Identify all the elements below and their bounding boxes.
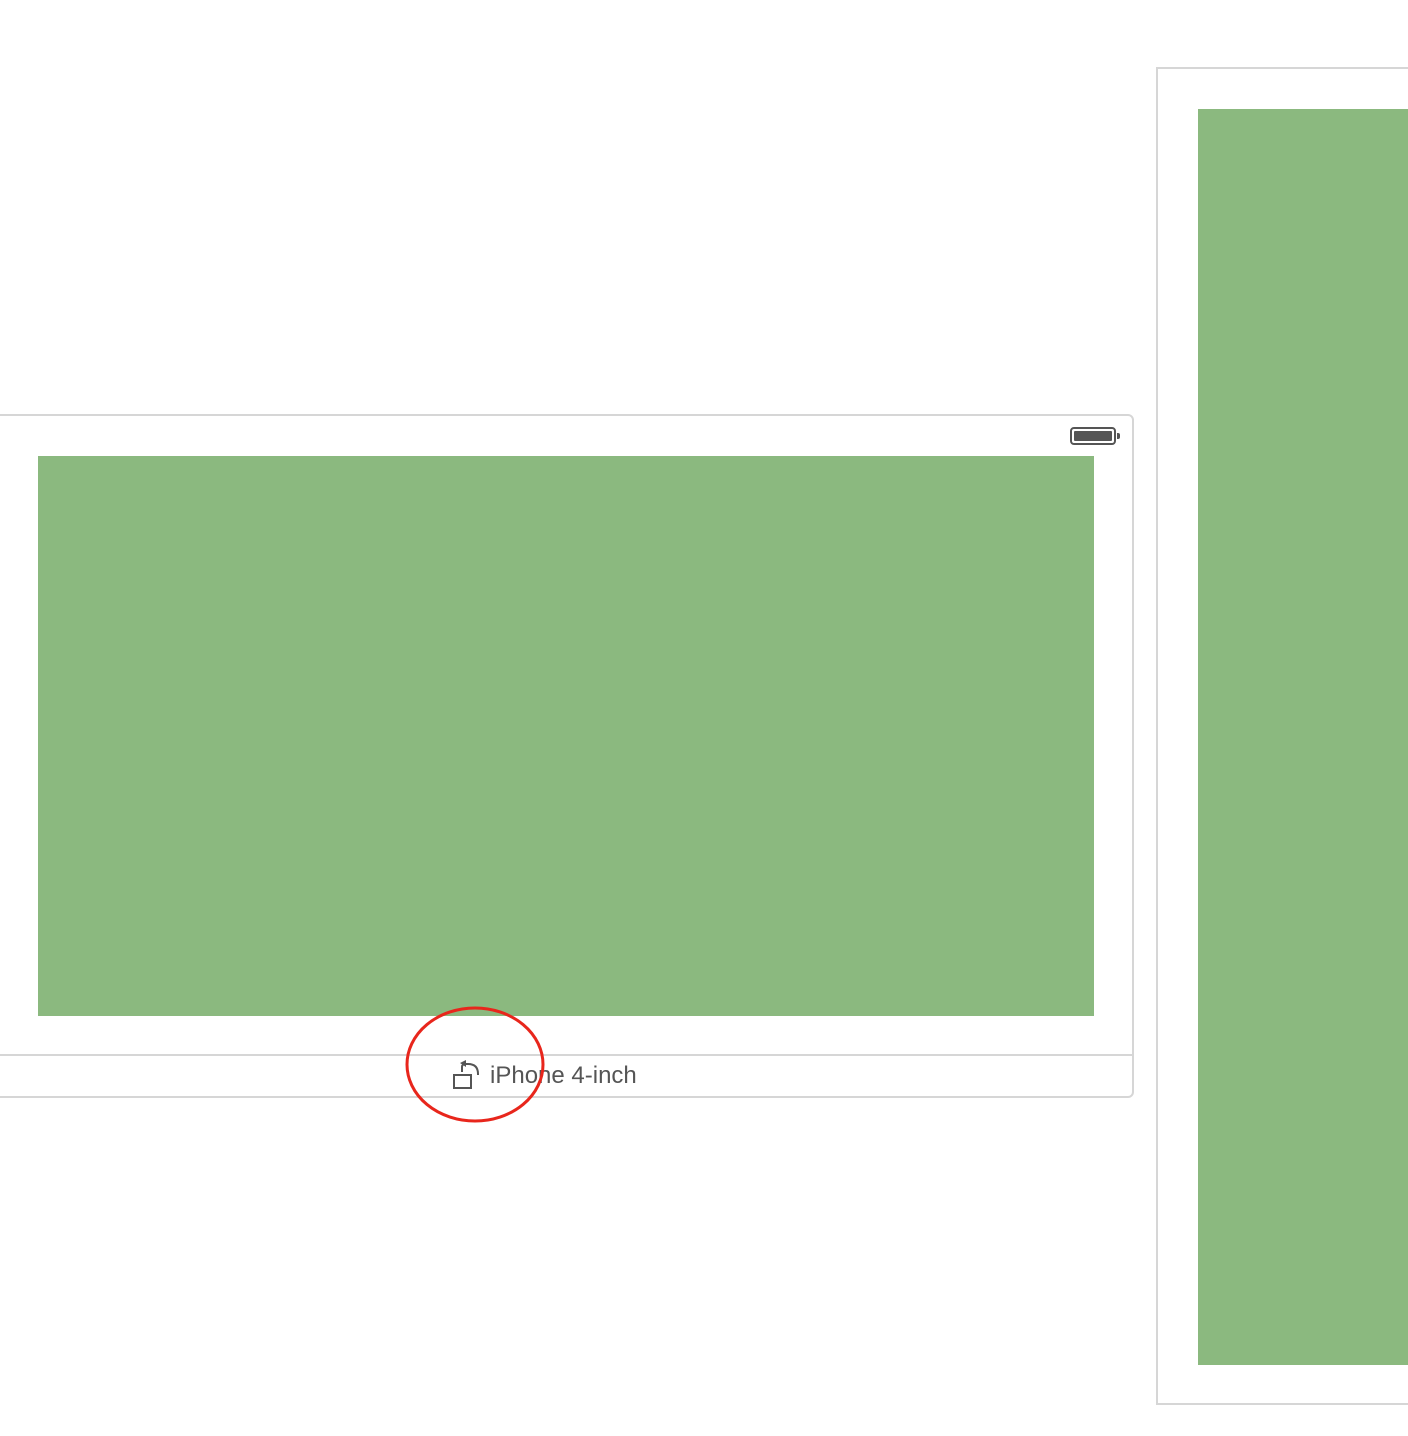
portrait-view[interactable]	[1198, 109, 1408, 1365]
battery-full-icon	[1070, 427, 1120, 445]
storyboard-canvas: iPhone 4-inch	[0, 0, 1408, 1436]
scene-footer: iPhone 4-inch	[0, 1054, 1132, 1096]
landscape-scene[interactable]: iPhone 4-inch	[0, 414, 1134, 1098]
annotation-circle	[405, 1006, 545, 1123]
status-bar	[0, 416, 1132, 456]
landscape-view[interactable]	[38, 456, 1094, 1016]
portrait-scene[interactable]	[1156, 67, 1408, 1405]
